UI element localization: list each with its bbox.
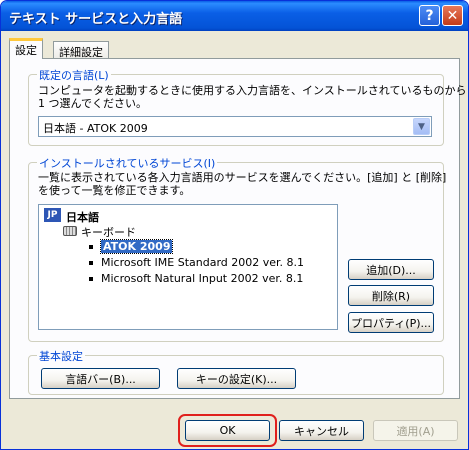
default-language-description-line1: コンピュータを起動するときに使用する入力言語を、インストールされているものから (38, 84, 467, 97)
service-label: ATOK 2009 (99, 239, 174, 254)
remove-button[interactable]: 削除(R) (348, 285, 434, 306)
properties-button[interactable]: プロパティ(P)... (348, 312, 434, 333)
keyboard-icon (63, 226, 77, 236)
bullet-icon (89, 261, 93, 265)
key-settings-button[interactable]: キーの設定(K)... (177, 368, 296, 389)
window-title: テキスト サービスと入力言語 (9, 12, 183, 27)
add-button[interactable]: 追加(D)... (348, 259, 434, 280)
tree-item-language-label: 日本語 (66, 211, 99, 224)
bullet-icon (89, 245, 93, 249)
tree-item-service[interactable]: ATOK 2009 (89, 239, 174, 254)
close-button[interactable]: ✕ (442, 5, 463, 26)
basic-settings-legend: 基本設定 (37, 348, 85, 364)
service-label: Microsoft IME Standard 2002 ver. 8.1 (101, 256, 305, 269)
installed-services-description-line2: を使って一覧を修正できます。 (38, 184, 191, 197)
default-language-dropdown[interactable]: 日本語 - ATOK 2009 ▼ (38, 116, 432, 137)
help-button[interactable]: ? (419, 5, 440, 26)
tab-settings[interactable]: 設定 (9, 38, 43, 59)
chevron-down-icon[interactable]: ▼ (413, 118, 430, 135)
installed-services-legend: インストールされているサービス(I) (37, 155, 218, 171)
dialog-window: テキスト サービスと入力言語 ? ✕ 設定 詳細設定 既定の言語(L) コンピュ… (0, 0, 469, 450)
tree-item-service[interactable]: Microsoft Natural Input 2002 ver. 8.1 (89, 272, 303, 285)
language-bar-button[interactable]: 言語バー(B)... (41, 368, 160, 389)
cancel-button[interactable]: キャンセル (279, 420, 364, 441)
default-language-value: 日本語 - ATOK 2009 (43, 122, 148, 135)
close-icon: ✕ (446, 7, 459, 24)
ok-button[interactable]: OK (185, 420, 270, 441)
tree-item-service[interactable]: Microsoft IME Standard 2002 ver. 8.1 (89, 256, 304, 269)
tab-advanced-settings[interactable]: 詳細設定 (53, 41, 109, 59)
bullet-icon (89, 277, 93, 281)
service-label: Microsoft Natural Input 2002 ver. 8.1 (101, 272, 304, 285)
apply-button[interactable]: 適用(A) (373, 420, 458, 441)
installed-services-description-line1: 一覧に表示されている各入力言語用のサービスを選んでください。[追加] と [削除… (38, 171, 447, 184)
title-bar[interactable]: テキスト サービスと入力言語 ? ✕ (1, 1, 468, 31)
default-language-legend: 既定の言語(L) (37, 67, 111, 83)
default-language-description-line2: 1 つ選んでください。 (38, 97, 147, 110)
tree-item-keyboard-label: キーボード (81, 226, 136, 239)
help-icon: ? (425, 7, 434, 24)
language-badge-icon: JP (44, 208, 61, 222)
installed-services-tree[interactable]: JP 日本語 キーボード ATOK 2009 Microsoft IME Sta… (38, 204, 338, 330)
